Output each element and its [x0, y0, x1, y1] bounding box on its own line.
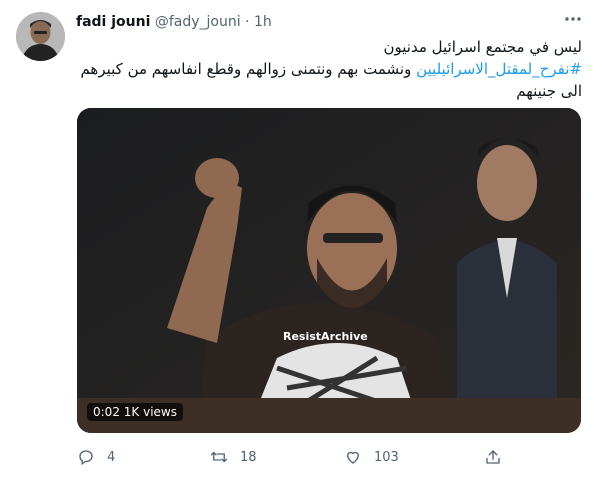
retweet-count: 18	[240, 449, 257, 465]
tweet-actions: 4 18 103	[77, 446, 517, 468]
hashtag-link[interactable]: #نفرح_لمقتل_الاسرائيليين	[416, 60, 582, 78]
video-duration: 0:02	[93, 405, 120, 419]
avatar-image	[16, 12, 65, 61]
reply-button[interactable]: 4	[77, 448, 210, 466]
like-count: 103	[374, 449, 399, 465]
video-frame	[77, 108, 581, 433]
retweet-icon	[210, 451, 228, 463]
video-player[interactable]: ResistArchive 0:02 1K views	[77, 108, 581, 433]
author-handle[interactable]: @fady_jouni	[155, 14, 241, 30]
separator-dot: ·	[245, 14, 250, 30]
retweet-button[interactable]: 18	[210, 448, 344, 466]
share-button[interactable]	[484, 448, 502, 466]
video-watermark: ResistArchive	[283, 330, 368, 343]
author-name[interactable]: fadi jouni	[76, 14, 150, 30]
video-duration-badge: 0:02 1K views	[87, 403, 183, 421]
tweet-header: fadi jouni @fady_jouni · 1h	[76, 14, 272, 30]
heart-icon	[347, 451, 359, 464]
tweet-time[interactable]: 1h	[254, 14, 272, 30]
video-views: 1K views	[123, 405, 177, 419]
tweet-text: ليس في مجتمع اسرائيل مدنيون #نفرح_لمقتل_…	[76, 36, 582, 102]
reply-count: 4	[107, 449, 116, 465]
more-options-icon[interactable]	[564, 10, 582, 33]
avatar[interactable]	[16, 12, 65, 61]
tweet-text-line1: ليس في مجتمع اسرائيل مدنيون	[383, 38, 582, 56]
tweet-text-line2: #نفرح_لمقتل_الاسرائيليين ونشمت بهم ونتمن…	[76, 58, 582, 102]
like-button[interactable]: 103	[344, 448, 484, 466]
share-icon	[486, 450, 500, 464]
reply-icon	[79, 450, 93, 466]
